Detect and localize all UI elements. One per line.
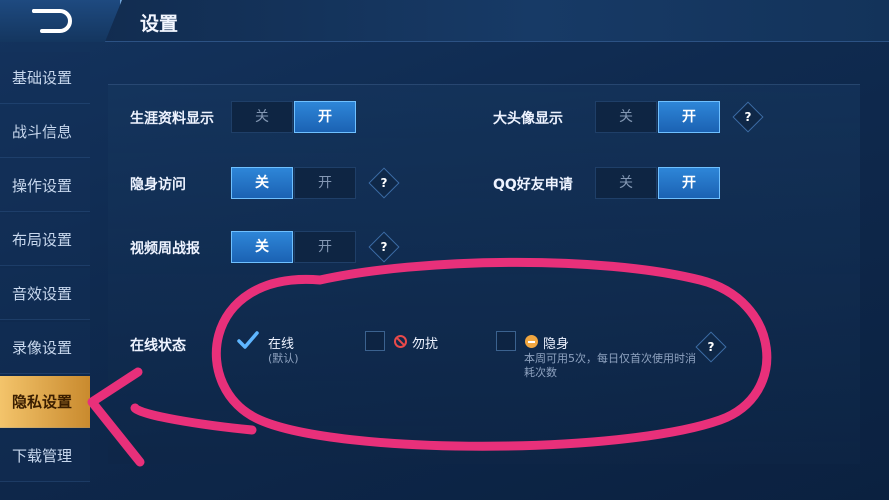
stealth-visit-off-button[interactable]: 关: [231, 167, 293, 199]
top-bar: 设置: [0, 0, 889, 42]
online-status-label: 在线状态: [130, 338, 186, 354]
settings-panel: [108, 84, 860, 464]
career-display-on-button[interactable]: 开: [294, 101, 356, 133]
do-not-disturb-label[interactable]: 勿扰: [412, 333, 438, 352]
qq-friend-request-toggle: 关 开: [595, 167, 720, 199]
weekly-video-report-toggle: 关 开: [231, 231, 356, 263]
do-not-disturb-checkbox[interactable]: [365, 331, 385, 351]
qq-friend-request-on-button[interactable]: 开: [658, 167, 720, 199]
avatar-display-on-button[interactable]: 开: [658, 101, 720, 133]
back-arrow-icon: [32, 9, 72, 33]
weekly-video-report-label: 视频周战报: [130, 241, 200, 257]
back-button[interactable]: [0, 0, 122, 42]
weekly-video-report-on-button[interactable]: 开: [294, 231, 356, 263]
online-option-label[interactable]: 在线: [268, 333, 294, 352]
sidebar-item-privacy[interactable]: 隐私设置: [0, 376, 90, 428]
sidebar-item-layout[interactable]: 布局设置: [0, 214, 90, 266]
sidebar-item-audio[interactable]: 音效设置: [0, 268, 90, 320]
sidebar-item-controls[interactable]: 操作设置: [0, 160, 90, 212]
online-default-note: (默认): [268, 352, 299, 365]
qq-friend-request-off-button[interactable]: 关: [595, 167, 657, 199]
sidebar-item-basic[interactable]: 基础设置: [0, 52, 90, 104]
stealth-visit-on-button[interactable]: 开: [294, 167, 356, 199]
qq-friend-request-label: QQ好友申请: [493, 177, 573, 193]
sidebar-item-battle-info[interactable]: 战斗信息: [0, 106, 90, 158]
online-checkmark-icon[interactable]: [236, 330, 260, 352]
invisible-label[interactable]: 隐身: [543, 333, 569, 352]
invisible-note: 本周可用5次，每日仅首次使用时消耗次数: [524, 352, 696, 379]
page-title: 设置: [140, 13, 179, 35]
avatar-display-label: 大头像显示: [493, 111, 563, 127]
career-display-label: 生涯资料显示: [130, 111, 214, 127]
sidebar: 基础设置 战斗信息 操作设置 布局设置 音效设置 录像设置 隐私设置 下载管理: [0, 52, 92, 500]
avatar-display-off-button[interactable]: 关: [595, 101, 657, 133]
do-not-disturb-icon: [394, 335, 407, 348]
sidebar-item-recording[interactable]: 录像设置: [0, 322, 90, 374]
invisible-checkbox[interactable]: [496, 331, 516, 351]
sidebar-item-downloads[interactable]: 下载管理: [0, 430, 90, 482]
avatar-display-toggle: 关 开: [595, 101, 720, 133]
weekly-video-report-off-button[interactable]: 关: [231, 231, 293, 263]
stealth-visit-toggle: 关 开: [231, 167, 356, 199]
stealth-visit-label: 隐身访问: [130, 177, 186, 193]
invisible-icon: [525, 335, 538, 348]
career-display-off-button[interactable]: 关: [231, 101, 293, 133]
career-display-toggle: 关 开: [231, 101, 356, 133]
